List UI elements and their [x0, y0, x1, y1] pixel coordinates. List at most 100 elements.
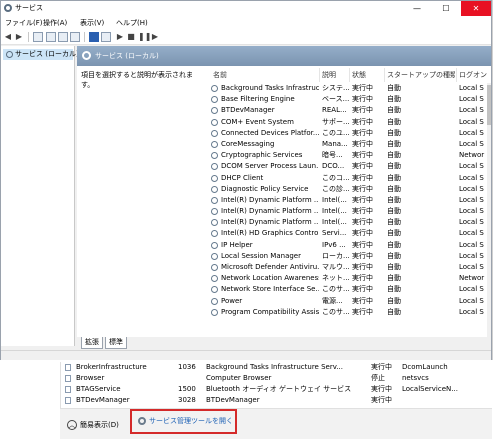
- tab-standard[interactable]: 標準: [105, 337, 127, 349]
- console-tree-icon[interactable]: [33, 32, 43, 42]
- table-row[interactable]: Network Store Interface Se... このサ... 実行中 自動…: [209, 284, 491, 295]
- service-startup-type: 自動: [387, 117, 401, 126]
- service-status: 停止: [371, 374, 385, 382]
- chevron-up-icon: ︿: [67, 420, 77, 430]
- task-manager-footer: ︿ 簡易表示(D) サービス管理ツールを開く: [60, 408, 492, 439]
- service-description: Mana...: [322, 139, 348, 148]
- services-gear-icon: [6, 51, 13, 58]
- service-name: Browser: [76, 374, 105, 382]
- service-description: 暗号...: [322, 151, 343, 160]
- restart-service-icon[interactable]: ▶: [150, 32, 160, 42]
- service-startup-type: 自動: [387, 296, 401, 305]
- service-rows: Background Tasks Infrastructur...システ...実…: [209, 83, 491, 318]
- column-header-description[interactable]: 説明: [322, 70, 347, 80]
- service-name: Network Location Awareness: [221, 274, 319, 283]
- service-description: このサ...: [322, 307, 349, 316]
- service-startup-type: 自動: [387, 184, 401, 193]
- toolbar: ◀ ▶ ▶ ■ ❚❚ ▶: [1, 29, 491, 45]
- properties-icon[interactable]: [46, 32, 56, 42]
- menu-action[interactable]: 操作(A): [43, 18, 67, 28]
- close-button[interactable]: ✕: [461, 1, 491, 16]
- table-row[interactable]: Intel(R) HD Graphics Contro... Servi... 実行…: [209, 228, 491, 239]
- back-icon[interactable]: ◀: [3, 32, 13, 42]
- service-description: IPv6 ...: [322, 240, 346, 249]
- table-row[interactable]: BrokerInfrastructure 1036 Background Tas…: [61, 362, 492, 373]
- service-startup-type: 自動: [387, 263, 401, 271]
- service-description: DCO...: [322, 162, 345, 171]
- service-description: Computer Browser: [206, 374, 272, 382]
- service-status: 実行中: [352, 184, 373, 193]
- table-row[interactable]: Intel(R) Dynamic Platform ... Intel(... 実行…: [209, 195, 491, 206]
- menu-file[interactable]: ファイル(F): [5, 18, 43, 28]
- table-row[interactable]: Network Location Awareness ネット... 実行中 自動 Net…: [209, 273, 491, 284]
- table-row[interactable]: CoreMessaging Mana... 実行中 自動 Local S: [209, 139, 491, 150]
- service-icon: [65, 375, 71, 382]
- table-row[interactable]: Local Session Manager ローカ... 実行中 自動 Local S: [209, 251, 491, 262]
- maximize-button[interactable]: ☐: [432, 1, 460, 16]
- menu-view[interactable]: 表示(V): [80, 18, 104, 28]
- service-description: ローカ...: [322, 251, 349, 260]
- table-row[interactable]: Intel(R) Dynamic Platform ... Intel(... 実行…: [209, 206, 491, 217]
- table-row[interactable]: Power 電源... 実行中 自動 Local S: [209, 296, 491, 307]
- service-startup-type: 自動: [387, 151, 401, 160]
- table-row[interactable]: Program Compatibility Assis... このサ... 実行中 自…: [209, 307, 491, 318]
- services-window: サービス — ☐ ✕ ファイル(F) 操作(A) 表示(V) ヘルプ(H) ◀ …: [0, 0, 492, 360]
- table-row[interactable]: Microsoft Defender Antiviru... マルウ... 実行中 自…: [209, 262, 491, 273]
- minimize-button[interactable]: —: [403, 1, 431, 16]
- service-pid: 1500: [178, 385, 196, 393]
- tab-extended[interactable]: 拡張: [81, 337, 103, 349]
- service-gear-icon: [211, 185, 218, 193]
- table-row[interactable]: COM+ Event System サポー... 実行中 自動 Local S: [209, 117, 491, 128]
- export-list-icon[interactable]: [70, 32, 80, 42]
- service-startup-type: 自動: [387, 240, 401, 249]
- show-pane-icon[interactable]: [101, 32, 111, 42]
- vertical-scrollbar[interactable]: [487, 83, 491, 337]
- pause-service-icon[interactable]: ❚❚: [138, 32, 151, 42]
- table-row[interactable]: Base Filtering Engine ベース... 実行中 自動 Local S: [209, 94, 491, 105]
- scrollbar-thumb[interactable]: [487, 85, 491, 125]
- service-name: Intel(R) Dynamic Platform ...: [221, 218, 319, 227]
- service-description: サポー...: [322, 117, 349, 126]
- open-services-link[interactable]: サービス管理ツールを開く: [130, 409, 237, 434]
- table-row[interactable]: Cryptographic Services 暗号... 実行中 自動 Networ: [209, 150, 491, 161]
- title-bar[interactable]: サービス — ☐ ✕: [1, 1, 491, 16]
- service-startup-type: 自動: [387, 274, 401, 283]
- forward-icon[interactable]: ▶: [14, 32, 24, 42]
- service-name: Connected Devices Platfor...: [221, 128, 319, 137]
- table-row[interactable]: Connected Devices Platfor... このユ... 実行中 自動 L…: [209, 128, 491, 139]
- table-row[interactable]: Diagnostic Policy Service この診... 実行中 自動 Loca…: [209, 184, 491, 195]
- table-row[interactable]: DCOM Server Process Laun... DCO... 実行中 自動 Lo…: [209, 161, 491, 172]
- service-startup-type: 自動: [387, 285, 401, 294]
- service-startup-type: 自動: [387, 307, 401, 316]
- window-title: サービス: [15, 4, 43, 12]
- service-name: Network Store Interface Se...: [221, 285, 319, 294]
- column-header-status[interactable]: 状態: [352, 70, 382, 80]
- table-row[interactable]: Browser Computer Browser 停止 netsvcs: [61, 373, 492, 384]
- table-row[interactable]: DHCP Client このコ... 実行中 自動 Local S: [209, 173, 491, 184]
- service-status: 実行中: [352, 95, 373, 104]
- start-service-icon[interactable]: ▶: [115, 32, 125, 42]
- service-name: Power: [221, 296, 243, 305]
- stop-service-icon[interactable]: ■: [126, 32, 136, 42]
- table-row[interactable]: Intel(R) Dynamic Platform ... Intel(... 実行…: [209, 217, 491, 228]
- table-row[interactable]: Background Tasks Infrastructur...システ...実…: [209, 83, 491, 94]
- help-icon[interactable]: [89, 32, 99, 42]
- column-header-startup-type[interactable]: スタートアップの種類: [387, 70, 455, 80]
- column-header-logon[interactable]: ログオン: [459, 70, 489, 80]
- fewer-details-button[interactable]: ︿ 簡易表示(D): [67, 418, 119, 432]
- service-gear-icon: [211, 286, 218, 294]
- service-status: 実行中: [352, 296, 373, 305]
- description-text: 項目を選択すると説明が表示されます。: [81, 71, 193, 89]
- refresh-icon[interactable]: [58, 32, 68, 42]
- service-gear-icon: [211, 208, 218, 216]
- table-row[interactable]: BTAGService 1500 Bluetooth オーディオ ゲートウェイ …: [61, 384, 492, 395]
- service-status: 実行中: [352, 285, 373, 294]
- table-row[interactable]: BTDevManager 3028 BTDevManager 実行中: [61, 395, 492, 406]
- menu-help[interactable]: ヘルプ(H): [116, 18, 148, 28]
- service-name: IP Helper: [221, 240, 253, 249]
- column-header-name[interactable]: 名前: [213, 70, 313, 80]
- table-row[interactable]: BTDevManager REAL... 実行中 自動 Local S: [209, 105, 491, 116]
- table-row[interactable]: IP Helper IPv6 ... 実行中 自動 Local S: [209, 240, 491, 251]
- tree-item-services-local[interactable]: サービス (ローカル): [3, 49, 79, 60]
- toolbar-divider: [84, 32, 85, 42]
